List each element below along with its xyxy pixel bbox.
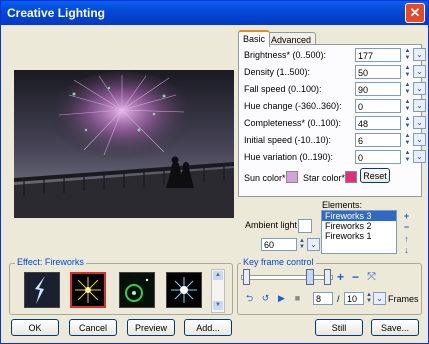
fireworks-icon xyxy=(72,274,104,306)
total-frames-field[interactable]: 10 xyxy=(344,292,364,305)
fall-speed-label: Fall speed (0..100): xyxy=(244,84,322,94)
frames-dropdown-icon[interactable]: ⌄ xyxy=(373,292,386,305)
keyframe-group-label: Key frame control xyxy=(241,257,316,267)
hue-variation-label: Hue variation (0..190): xyxy=(244,152,334,162)
sun-color-label: Sun color* xyxy=(244,173,286,183)
window-title: Creative Lighting xyxy=(7,6,106,20)
glow-ring-icon xyxy=(120,273,154,307)
brightness-spin[interactable]: ▲ ▼ xyxy=(403,48,412,62)
thumbnail-lightning[interactable] xyxy=(24,272,60,308)
tab-basic[interactable]: Basic xyxy=(238,30,271,47)
slider-track xyxy=(241,275,333,280)
completeness-label: Completeness* (0..100): xyxy=(244,118,342,128)
completeness-field[interactable]: 48 xyxy=(355,116,401,130)
creative-lighting-window: Creative Lighting ✕ Effect: Fireworks ▲ … xyxy=(0,0,429,344)
list-item[interactable]: Fireworks 2 xyxy=(322,221,396,231)
reset-button[interactable]: Reset xyxy=(360,168,390,183)
star-color-label: Star color* xyxy=(303,173,346,183)
basic-tab-panel: Brightness* (0..500): 177 ▲ ▼ ⌄ Density (… xyxy=(238,44,426,197)
sun-color-swatch[interactable] xyxy=(286,171,298,183)
density-spin[interactable]: ▲ ▼ xyxy=(403,65,412,79)
thumbnail-glow-ring[interactable] xyxy=(119,272,155,308)
loop-icon[interactable]: ⮌ xyxy=(243,292,256,305)
ambient-spin-arrows[interactable]: ▲ ▼ xyxy=(298,238,306,251)
close-button[interactable]: ✕ xyxy=(405,3,425,23)
stop-icon[interactable]: ■ xyxy=(291,292,304,305)
hue-change-spin[interactable]: ▲ ▼ xyxy=(403,99,412,113)
play-icon[interactable]: ▶ xyxy=(275,292,288,305)
frames-label: Frames xyxy=(388,294,419,304)
completeness-dropdown-icon[interactable]: ⌄ xyxy=(413,116,426,129)
initial-speed-field[interactable]: 6 xyxy=(355,133,401,147)
close-icon: ✕ xyxy=(409,5,421,20)
ok-button[interactable]: OK xyxy=(11,319,59,336)
fall-speed-spin[interactable]: ▲ ▼ xyxy=(403,82,412,96)
fall-speed-dropdown-icon[interactable]: ⌄ xyxy=(413,82,426,95)
ambient-color-swatch[interactable] xyxy=(298,219,312,233)
ambient-dropdown-icon[interactable]: ⌄ xyxy=(307,238,320,251)
star-color-swatch[interactable] xyxy=(345,171,357,183)
keyframe-transform-icon[interactable]: ⤧ xyxy=(365,271,378,284)
frame-separator: / xyxy=(337,294,340,304)
hue-variation-field[interactable]: 0 xyxy=(355,150,401,164)
save-button[interactable]: Save... xyxy=(371,319,419,336)
scroll-up-icon[interactable]: ▲ xyxy=(213,271,223,280)
thumbnail-starburst[interactable] xyxy=(166,272,202,308)
slider-end-handle[interactable] xyxy=(324,269,331,285)
cancel-button[interactable]: Cancel xyxy=(69,319,117,336)
still-button[interactable]: Still xyxy=(315,319,363,336)
fall-speed-field[interactable]: 90 xyxy=(355,82,401,96)
initial-speed-spin[interactable]: ▲ ▼ xyxy=(403,133,412,147)
hue-change-label: Hue change (-360..360): xyxy=(244,101,342,111)
hue-variation-dropdown-icon[interactable]: ⌄ xyxy=(413,150,426,163)
keyframe-slider[interactable] xyxy=(241,269,333,285)
ping-pong-icon[interactable]: ↺ xyxy=(259,292,272,305)
current-frame-field[interactable]: 8 xyxy=(313,292,333,305)
density-field[interactable]: 50 xyxy=(355,65,401,79)
hue-variation-spin[interactable]: ▲ ▼ xyxy=(403,150,412,164)
effect-group-label: Effect: Fireworks xyxy=(15,257,86,267)
starburst-icon xyxy=(167,273,201,307)
preview-image xyxy=(14,70,234,218)
add-keyframe-icon[interactable]: + xyxy=(334,271,347,284)
initial-speed-dropdown-icon[interactable]: ⌄ xyxy=(413,133,426,146)
preview-button[interactable]: Preview xyxy=(127,319,175,336)
remove-keyframe-icon[interactable]: − xyxy=(349,271,362,284)
frames-spin-arrows[interactable]: ▲ ▼ xyxy=(365,292,373,305)
ambient-value-field[interactable]: 60 xyxy=(261,238,297,251)
scroll-down-icon[interactable]: ▼ xyxy=(213,301,223,310)
title-bar: Creative Lighting ✕ xyxy=(1,1,428,25)
brightness-dropdown-icon[interactable]: ⌄ xyxy=(413,48,426,61)
elements-list[interactable]: Fireworks 3 Fireworks 2 Fireworks 1 xyxy=(321,210,397,254)
lightning-icon xyxy=(25,273,59,307)
list-item[interactable]: Fireworks 3 xyxy=(322,211,396,221)
slider-current-handle[interactable] xyxy=(306,269,314,285)
brightness-label: Brightness* (0..500): xyxy=(244,50,327,60)
list-item[interactable]: Fireworks 1 xyxy=(322,231,396,241)
slider-start-handle[interactable] xyxy=(243,269,250,285)
initial-speed-label: Initial speed (-10..10): xyxy=(244,135,332,145)
elements-label: Elements: xyxy=(322,200,363,210)
fireworks-scene xyxy=(14,70,234,218)
completeness-spin[interactable]: ▲ ▼ xyxy=(403,116,412,130)
add-button[interactable]: Add... xyxy=(184,319,232,336)
move-down-icon[interactable]: ↓ xyxy=(400,244,413,257)
density-dropdown-icon[interactable]: ⌄ xyxy=(413,65,426,78)
density-label: Density (1..500): xyxy=(244,67,311,77)
ambient-light-label: Ambient light xyxy=(245,220,298,230)
hue-change-dropdown-icon[interactable]: ⌄ xyxy=(413,99,426,112)
hue-change-field[interactable]: 0 xyxy=(355,99,401,113)
thumbnail-fireworks[interactable] xyxy=(70,272,106,308)
brightness-field[interactable]: 177 xyxy=(355,48,401,62)
effect-scrollbar[interactable]: ▲ ▼ xyxy=(211,269,225,313)
